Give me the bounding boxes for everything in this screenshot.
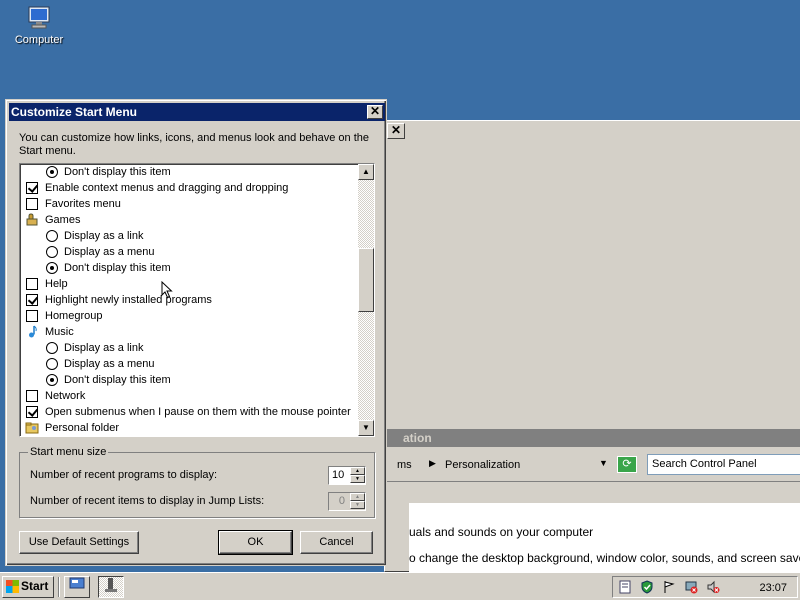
option-label: Help <box>45 278 68 290</box>
speaker-muted-icon[interactable] <box>705 580 721 596</box>
radio-unselected-icon[interactable] <box>46 246 58 258</box>
option-label: Enable context menus and dragging and dr… <box>45 182 289 194</box>
network-disconnected-icon[interactable] <box>683 580 699 596</box>
breadcrumb-personalization[interactable]: Personalization <box>445 459 520 471</box>
start-menu-size-legend: Start menu size <box>28 446 109 458</box>
option-label: Display as a menu <box>64 246 155 258</box>
address-bar: ms ▶ Personalization ▼ ⟳ Search Control … <box>385 451 800 477</box>
radio-selected-icon[interactable] <box>46 262 58 274</box>
radio-unselected-icon[interactable] <box>46 230 58 242</box>
checkbox-checked-icon[interactable] <box>26 182 38 194</box>
jump-lists-label: Number of recent items to display in Jum… <box>30 495 265 507</box>
address-dropdown-icon[interactable]: ▼ <box>599 458 608 468</box>
option-label: Network <box>45 390 86 402</box>
server-manager-icon <box>105 578 117 592</box>
use-default-settings-button[interactable]: Use Default Settings <box>19 531 139 554</box>
stepper-up-icon[interactable]: ▲ <box>350 467 365 475</box>
search-input[interactable]: Search Control Panel <box>647 454 800 475</box>
scroll-thumb[interactable] <box>358 248 374 312</box>
system-tray: 23:07 <box>612 576 798 598</box>
quicklaunch-desktop-button[interactable] <box>64 576 90 598</box>
taskbar-window-button[interactable] <box>98 576 124 598</box>
option-label: Favorites menu <box>45 198 121 210</box>
desktop-icon-label: Computer <box>14 34 64 46</box>
option-label: Personal folder <box>45 422 119 434</box>
content-heading: uals and sounds on your computer <box>409 525 594 539</box>
checkbox-unchecked-icon[interactable] <box>26 278 38 290</box>
taskbar: Start 23:07 <box>0 572 800 600</box>
recent-programs-stepper[interactable]: 10 ▲ ▼ <box>328 466 366 485</box>
radio-unselected-icon[interactable] <box>46 358 58 370</box>
recent-programs-label: Number of recent programs to display: <box>30 469 218 481</box>
notification-icon[interactable] <box>617 580 633 596</box>
dialog-title: Customize Start Menu <box>11 105 138 119</box>
close-icon: ✕ <box>369 104 381 118</box>
option-label: Music <box>45 326 74 338</box>
background-window-close-button[interactable]: ✕ <box>387 123 405 139</box>
stepper-down-icon: ▼ <box>350 501 365 509</box>
jump-lists-value: 0 <box>338 495 345 507</box>
flag-icon[interactable] <box>661 580 677 596</box>
customize-start-menu-dialog: Customize Start Menu ✕ You can customize… <box>5 99 387 566</box>
refresh-button[interactable]: ⟳ <box>617 456 637 473</box>
radio-unselected-icon[interactable] <box>46 342 58 354</box>
ok-button[interactable]: OK <box>218 530 293 555</box>
dialog-titlebar[interactable]: Customize Start Menu ✕ <box>9 103 385 121</box>
music-note-icon <box>25 325 39 339</box>
option-label: Games <box>45 214 81 226</box>
breadcrumb-partial[interactable]: ms <box>397 459 412 471</box>
listbox-scrollbar[interactable]: ▲ ▼ <box>358 164 374 436</box>
mouse-cursor-icon <box>161 281 173 299</box>
option-label: Don't display this item <box>64 262 171 274</box>
games-icon <box>25 213 39 227</box>
start-menu-size-group: Start menu size Number of recent program… <box>19 446 375 518</box>
option-label: Display as a menu <box>64 358 155 370</box>
background-window-content: uals and sounds on your computer o chang… <box>409 503 800 573</box>
option-label: Display as a link <box>64 230 144 242</box>
option-label: Display as a link <box>64 342 144 354</box>
option-label: Highlight newly installed programs <box>45 294 212 306</box>
security-shield-icon[interactable] <box>639 580 655 596</box>
option-label: Homegroup <box>45 310 103 322</box>
start-label: Start <box>21 579 49 593</box>
folder-icon <box>25 421 39 435</box>
options-listbox[interactable]: Don't display this item Enable context me… <box>19 163 375 437</box>
radio-selected-icon[interactable] <box>46 166 58 178</box>
breadcrumb-arrow-icon[interactable]: ▶ <box>429 458 436 469</box>
dialog-intro-text: You can customize how links, icons, and … <box>19 132 369 157</box>
checkbox-unchecked-icon[interactable] <box>26 198 38 210</box>
cancel-button[interactable]: Cancel <box>300 531 373 554</box>
windows-logo-icon <box>6 580 19 593</box>
content-description: o change the desktop background, window … <box>409 551 800 565</box>
close-button[interactable]: ✕ <box>367 105 383 119</box>
radio-selected-icon[interactable] <box>46 374 58 386</box>
desktop-icon-computer[interactable]: Computer <box>10 6 68 46</box>
stepper-down-icon[interactable]: ▼ <box>350 475 365 483</box>
scroll-down-button[interactable]: ▼ <box>358 420 374 436</box>
checkbox-checked-icon[interactable] <box>26 406 38 418</box>
start-button[interactable]: Start <box>2 576 54 598</box>
checkbox-unchecked-icon[interactable] <box>26 310 38 322</box>
taskbar-separator <box>58 577 60 597</box>
computer-icon <box>25 6 53 30</box>
option-label: Don't display this item <box>64 166 171 178</box>
show-desktop-icon <box>69 577 85 589</box>
jump-lists-stepper: 0 ▲ ▼ <box>328 492 366 511</box>
background-window-titlebar[interactable]: ation <box>385 429 800 447</box>
background-window-menubar <box>385 481 800 503</box>
recent-programs-value: 10 <box>332 469 345 481</box>
option-label: Don't display this item <box>64 374 171 386</box>
clock[interactable]: 23:07 <box>759 580 787 596</box>
stepper-up-icon: ▲ <box>350 493 365 501</box>
checkbox-checked-icon[interactable] <box>26 294 38 306</box>
checkbox-unchecked-icon[interactable] <box>26 390 38 402</box>
control-panel-window: ✕ ation ms ▶ Personalization ▼ ⟳ Search … <box>384 120 800 573</box>
option-label: Open submenus when I pause on them with … <box>45 406 351 418</box>
scroll-up-button[interactable]: ▲ <box>358 164 374 180</box>
